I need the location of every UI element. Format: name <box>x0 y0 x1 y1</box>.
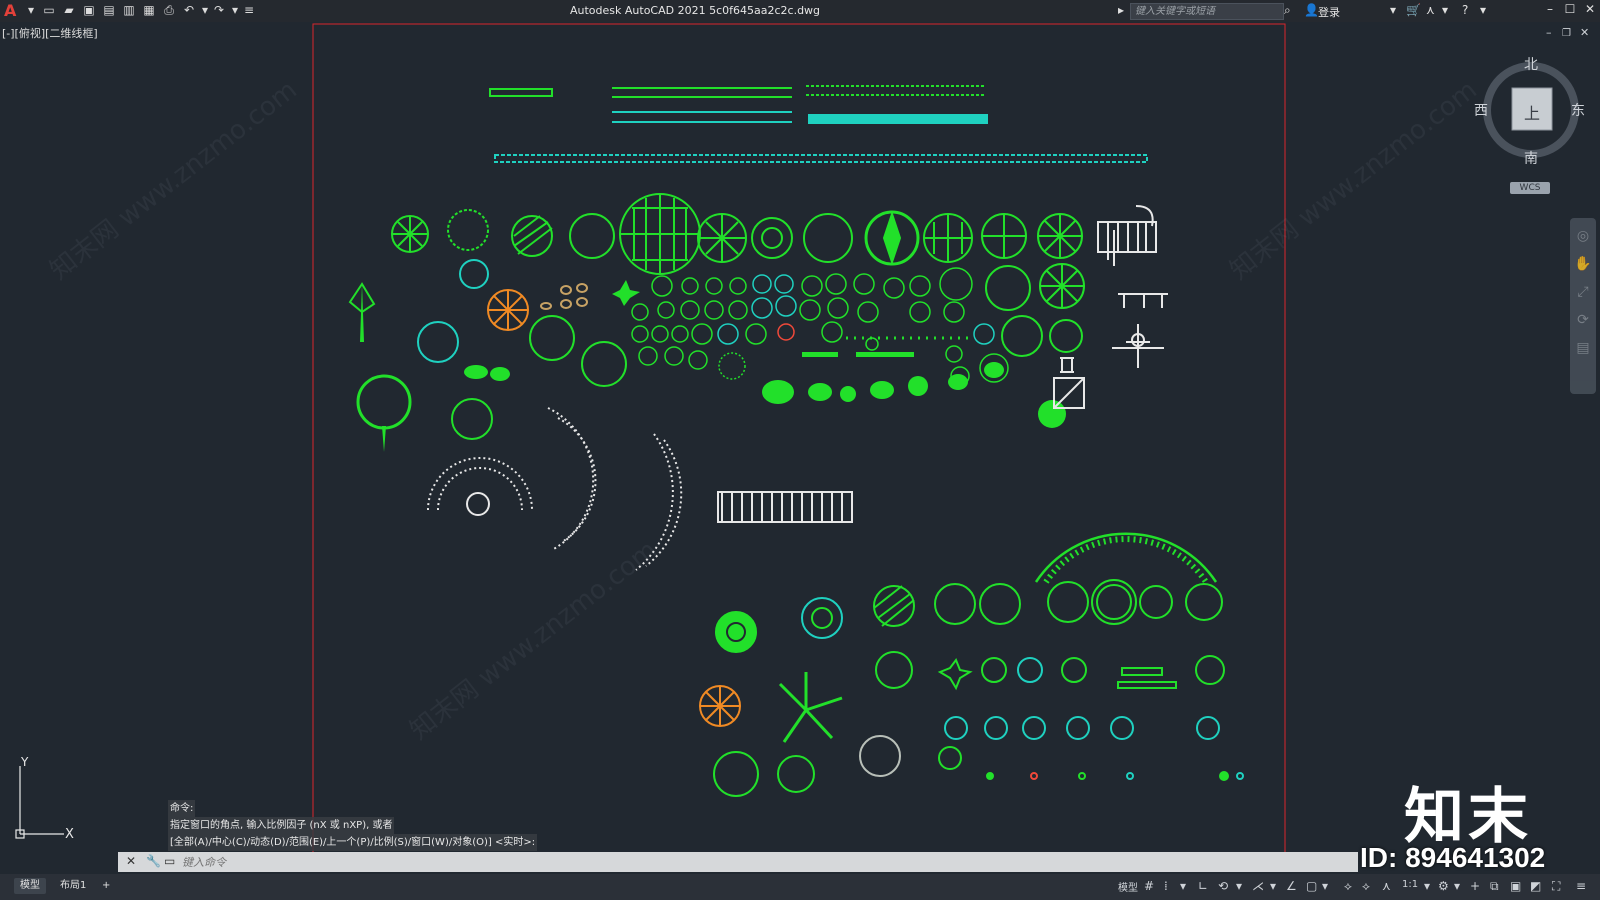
hatch-strips <box>489 85 1148 163</box>
help-dropdown-icon[interactable]: ▾ <box>1480 3 1486 17</box>
viewport-controls-label[interactable]: [-][俯视][二维线框] <box>2 25 98 41</box>
znzmo-watermark-id: ID: 894641302 <box>1360 842 1546 873</box>
user-icon[interactable]: 👤 <box>1304 3 1319 17</box>
title-bar: A ▾ ▭ ▰ ▣ ▤ ▥ ▦ ⎙ ↶ ▾ ↷ ▾ ≡ Autodesk Aut… <box>0 0 1600 22</box>
window-title: Autodesk AutoCAD 2021 5c0f645aa2c2c.dwg <box>570 4 821 17</box>
save-as-icon[interactable]: ▤ <box>102 3 116 17</box>
ucs-x-label: X <box>65 827 74 842</box>
orbit-icon[interactable]: ⟳ <box>1570 306 1596 334</box>
viewport-close-icon[interactable]: ✕ <box>1580 26 1589 39</box>
small-plant-grid <box>631 267 1009 386</box>
model-space-button[interactable]: 模型 <box>1118 879 1138 894</box>
isolate-objects-icon[interactable]: ◩ <box>1530 879 1541 893</box>
plant-symbols <box>391 193 1085 440</box>
search-icon[interactable]: ⌕ <box>1284 3 1291 18</box>
search-input[interactable]: 键入关键字或短语 <box>1130 3 1284 20</box>
status-bar: 模型 布局1 + 模型 # ⁞ ▾ ∟ ⟲ ▾ ⋌ ▾ ∠ ▢ ▾ ⟡ ⟡ ⋏ … <box>0 874 1600 900</box>
command-input[interactable] <box>178 852 1356 872</box>
save-icon[interactable]: ▣ <box>82 3 96 17</box>
open-file-icon[interactable]: ▰ <box>62 3 76 17</box>
command-history-line: [全部(A)/中心(C)/动态(D)/范围(E)/上一个(P)/比例(S)/窗口… <box>168 834 538 851</box>
workspace-dropdown-icon[interactable]: ▾ <box>1454 879 1460 893</box>
polar-icon[interactable]: ⟲ <box>1218 879 1228 893</box>
undo-dropdown-icon[interactable]: ▾ <box>198 3 212 17</box>
maximize-button[interactable]: ☐ <box>1560 2 1580 18</box>
command-line: ✕ 🔧 ▭ <box>118 852 1358 872</box>
customization-menu-icon[interactable]: ≡ <box>1576 879 1586 893</box>
object-snap-tracking-icon[interactable]: ∠ <box>1286 879 1297 893</box>
undo-icon[interactable]: ↶ <box>182 3 196 17</box>
grid-icon[interactable]: # <box>1144 879 1154 893</box>
viewcube-top-face[interactable]: 上 <box>1524 100 1540 124</box>
command-history-line: 命令: <box>168 800 196 817</box>
print-icon[interactable]: ⎙ <box>162 3 176 17</box>
redo-icon[interactable]: ↷ <box>212 3 226 17</box>
help-icon[interactable]: ? <box>1462 3 1468 17</box>
login-button[interactable]: 登录 <box>1318 4 1340 20</box>
autodesk-app-icon[interactable]: ⋏ <box>1426 3 1435 17</box>
lower-plant-symbols <box>699 532 1244 797</box>
polar-dropdown-icon[interactable]: ▾ <box>1236 879 1242 893</box>
viewcube-east[interactable]: 东 <box>1571 100 1585 120</box>
command-history-line: 指定窗口的角点, 输入比例因子 (nX 或 nXP), 或者 <box>168 817 395 834</box>
object-snap-dropdown-icon[interactable]: ▾ <box>1322 879 1328 893</box>
seed-pods <box>540 283 588 310</box>
menu-arrow-icon[interactable]: ▾ <box>24 3 38 17</box>
wcs-menu-button[interactable]: WCS <box>1510 182 1550 194</box>
viewport-minimize-icon[interactable]: – <box>1546 26 1552 39</box>
viewcube-west[interactable]: 西 <box>1474 100 1488 120</box>
scale-dropdown-icon[interactable]: ▾ <box>1424 879 1430 893</box>
clean-screen-icon[interactable]: ⛶ <box>1552 879 1560 894</box>
annotation-monitor-icon[interactable]: + <box>1470 879 1480 893</box>
drawing-frame <box>312 23 1286 854</box>
plot-publish-icon[interactable]: ▥ <box>122 3 136 17</box>
steering-wheel-icon[interactable]: ◎ <box>1570 222 1596 250</box>
expand-arrow-icon[interactable]: ▸ <box>1118 3 1124 17</box>
auto-scale-icon[interactable]: ⟡ <box>1362 879 1370 894</box>
ortho-icon[interactable]: ∟ <box>1198 879 1208 893</box>
units-icon[interactable]: ⧉ <box>1490 879 1499 894</box>
viewcube-south[interactable]: 南 <box>1524 148 1538 168</box>
viewcube-north[interactable]: 北 <box>1524 54 1538 74</box>
customize-command-icon[interactable]: 🔧 <box>146 854 161 868</box>
ucs-y-label: Y <box>20 755 29 769</box>
site-furniture <box>427 205 1168 571</box>
new-file-icon[interactable]: ▭ <box>42 3 56 17</box>
quick-properties-icon[interactable]: ▣ <box>1510 879 1521 893</box>
object-snap-icon[interactable]: ▢ <box>1306 879 1317 893</box>
customize-toolbar-icon[interactable]: ≡ <box>242 3 256 17</box>
snap-dropdown-icon[interactable]: ▾ <box>1180 879 1186 893</box>
annotation-scale-value[interactable]: 1:1 <box>1402 879 1418 890</box>
plot-icon[interactable]: ▦ <box>142 3 156 17</box>
viewport-restore-icon[interactable]: ❐ <box>1562 28 1571 39</box>
navigation-bar[interactable]: ◎ ✋ ⤢ ⟳ ▤ <box>1570 218 1596 394</box>
pan-icon[interactable]: ✋ <box>1570 250 1596 278</box>
showmotion-icon[interactable]: ▤ <box>1570 334 1596 362</box>
add-layout-button[interactable]: + <box>96 878 116 894</box>
ucs-icon <box>15 766 64 839</box>
snap-icon[interactable]: ⁞ <box>1164 879 1168 893</box>
close-button[interactable]: ✕ <box>1580 2 1600 18</box>
isodraft-icon[interactable]: ⋌ <box>1252 879 1264 893</box>
close-command-line-icon[interactable]: ✕ <box>126 854 136 868</box>
autocad-logo-icon[interactable]: A <box>4 1 16 20</box>
app-dropdown-icon[interactable]: ▾ <box>1442 3 1448 17</box>
tab-model[interactable]: 模型 <box>14 878 46 894</box>
redo-dropdown-icon[interactable]: ▾ <box>228 3 242 17</box>
isodraft-dropdown-icon[interactable]: ▾ <box>1270 879 1276 893</box>
tab-layout1[interactable]: 布局1 <box>54 878 92 894</box>
annotation-visibility-icon[interactable]: ⟡ <box>1344 879 1352 894</box>
zoom-extents-icon[interactable]: ⤢ <box>1570 278 1596 306</box>
annotation-scale-icon[interactable]: ⋏ <box>1382 879 1391 893</box>
minimize-button[interactable]: – <box>1540 2 1560 18</box>
workspace-gear-icon[interactable]: ⚙ <box>1438 879 1449 893</box>
cart-icon[interactable]: 🛒 <box>1406 3 1421 17</box>
viewcube[interactable]: 北 南 东 西 上 <box>1474 57 1586 198</box>
recent-commands-icon[interactable]: ▭ <box>164 854 175 868</box>
shrub-symbols <box>348 280 1066 452</box>
command-history: 命令: 指定窗口的角点, 输入比例因子 (nX 或 nXP), 或者 [全部(A… <box>168 800 538 851</box>
login-dropdown-icon[interactable]: ▾ <box>1390 3 1396 17</box>
